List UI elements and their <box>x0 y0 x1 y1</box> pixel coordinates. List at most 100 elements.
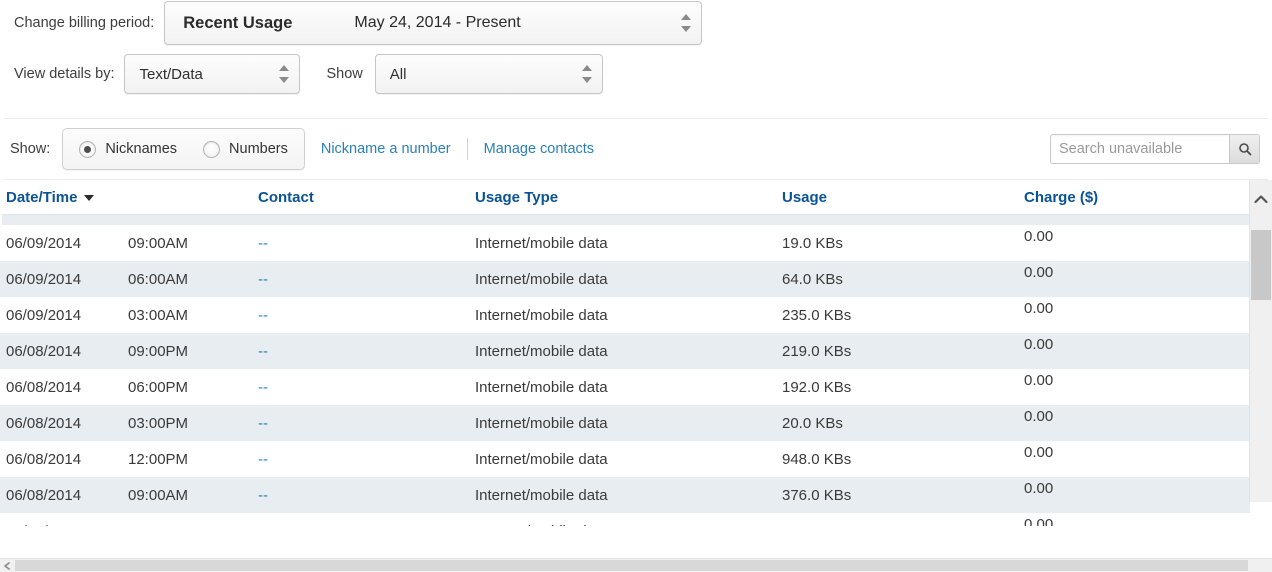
column-header-usage-type[interactable]: Usage Type <box>475 189 782 206</box>
cell-usage-type: Internet/mobile data <box>475 343 782 360</box>
cell-time: 03:00PM <box>128 415 258 432</box>
cell-charge: 0.00 <box>1024 480 1224 497</box>
table-row[interactable]: 06/09/201406:00AM--Internet/mobile data6… <box>0 261 1250 297</box>
manage-contacts-link[interactable]: Manage contacts <box>484 141 594 157</box>
stepper-arrows-icon <box>279 64 288 84</box>
table-header-row: Date/Time Contact Usage Type Usage Charg… <box>0 180 1272 214</box>
cell-usage-type: Internet/mobile data <box>475 523 782 527</box>
cell-usage-type: Internet/mobile data <box>475 379 782 396</box>
chevron-left-icon[interactable] <box>3 562 11 570</box>
cell-usage: 192.0 KBs <box>782 379 1024 396</box>
table-header-band <box>2 214 1250 225</box>
cell-usage: 20.0 KBs <box>782 415 1024 432</box>
cell-contact: -- <box>258 451 475 468</box>
radio-label-nicknames: Nicknames <box>105 141 177 157</box>
cell-usage-type: Internet/mobile data <box>475 487 782 504</box>
column-header-datetime[interactable]: Date/Time <box>6 189 258 206</box>
caret-down-icon <box>84 195 94 201</box>
billing-period-range: May 24, 2014 - Present <box>354 14 520 32</box>
cell-date: 06/08/2014 <box>6 379 128 396</box>
cell-time: 09:00AM <box>128 235 258 252</box>
cell-charge: 0.00 <box>1024 444 1224 461</box>
nickname-a-number-link[interactable]: Nickname a number <box>321 141 451 157</box>
vertical-scrollbar[interactable] <box>1249 180 1272 502</box>
cell-contact: -- <box>258 523 475 527</box>
show-label: Show <box>326 66 362 82</box>
search-box <box>1050 134 1260 164</box>
stepper-arrows-icon <box>582 64 591 84</box>
billing-period-row: Change billing period: Recent Usage May … <box>0 0 1272 46</box>
table-row[interactable]: 06/08/201409:00AM--Internet/mobile data3… <box>0 477 1250 513</box>
cell-charge: 0.00 <box>1024 408 1224 425</box>
vertical-scrollbar-thumb[interactable] <box>1251 230 1271 300</box>
nickname-filter-row: Show: Nicknames Numbers Nickname a numbe… <box>0 119 1272 179</box>
cell-contact: -- <box>258 379 475 396</box>
column-header-charge[interactable]: Charge ($) <box>1024 189 1224 206</box>
column-header-contact[interactable]: Contact <box>258 189 475 206</box>
cell-usage: 19.0 KBs <box>782 235 1024 252</box>
usage-details-page: Change billing period: Recent Usage May … <box>0 0 1272 572</box>
radio-label-numbers: Numbers <box>229 141 288 157</box>
nickname-radio-group: Nicknames Numbers <box>62 128 305 170</box>
cell-charge: 0.00 <box>1024 228 1224 245</box>
cell-date: 06/08/2014 <box>6 343 128 360</box>
contact-links: Nickname a number Manage contacts <box>321 138 594 160</box>
cell-time: 06:00PM <box>128 379 258 396</box>
radio-option-numbers[interactable]: Numbers <box>203 141 288 158</box>
cell-usage: 376.0 KBs <box>782 487 1024 504</box>
show-value: All <box>390 66 407 83</box>
horizontal-scrollbar-thumb[interactable] <box>15 560 1248 571</box>
cell-time: 06:00AM <box>128 271 258 288</box>
table-row[interactable]: 06/08/201412:00PM--Internet/mobile data9… <box>0 441 1250 477</box>
cell-contact: -- <box>258 235 475 252</box>
filter-controls: Change billing period: Recent Usage May … <box>0 0 1272 96</box>
cell-charge: 0.00 <box>1024 372 1224 389</box>
cell-date: 06/08/2014 <box>6 523 128 527</box>
cell-time: 12:00PM <box>128 451 258 468</box>
usage-table: Date/Time Contact Usage Type Usage Charg… <box>0 180 1272 526</box>
table-row[interactable]: 06/08/201406:00PM--Internet/mobile data1… <box>0 369 1250 405</box>
cell-charge: 0.00 <box>1024 264 1224 281</box>
cell-usage: 64.0 KBs <box>782 271 1024 288</box>
table-row[interactable]: 06/09/201403:00AM--Internet/mobile data2… <box>0 297 1250 333</box>
radio-dot-icon <box>79 141 96 158</box>
billing-period-label: Change billing period: <box>14 15 154 31</box>
cell-time: 06:00AM <box>128 523 258 527</box>
search-button[interactable] <box>1229 135 1259 163</box>
cell-date: 06/08/2014 <box>6 451 128 468</box>
cell-usage-type: Internet/mobile data <box>475 307 782 324</box>
view-details-row: View details by: Text/Data Show All <box>0 52 1272 96</box>
search-icon <box>1238 142 1252 156</box>
chevron-up-icon[interactable] <box>1254 194 1268 204</box>
billing-period-select[interactable]: Recent Usage May 24, 2014 - Present <box>164 1 702 45</box>
cell-time: 09:00PM <box>128 343 258 360</box>
cell-date: 06/09/2014 <box>6 307 128 324</box>
column-header-datetime-label: Date/Time <box>6 189 77 206</box>
cell-usage: 3870.0 KBs <box>782 523 1024 527</box>
cell-usage-type: Internet/mobile data <box>475 235 782 252</box>
column-header-usage[interactable]: Usage <box>782 189 1024 206</box>
nickname-show-label: Show: <box>10 141 50 157</box>
cell-time: 09:00AM <box>128 487 258 504</box>
radio-dot-icon <box>203 141 220 158</box>
cell-charge: 0.00 <box>1024 336 1224 353</box>
cell-date: 06/08/2014 <box>6 415 128 432</box>
cell-contact: -- <box>258 415 475 432</box>
search-input[interactable] <box>1051 135 1229 163</box>
view-details-label: View details by: <box>14 66 114 82</box>
cell-time: 03:00AM <box>128 307 258 324</box>
cell-date: 06/08/2014 <box>6 487 128 504</box>
table-row[interactable]: 06/08/201406:00AM--Internet/mobile data3… <box>0 513 1250 526</box>
table-row[interactable]: 06/08/201409:00PM--Internet/mobile data2… <box>0 333 1250 369</box>
radio-option-nicknames[interactable]: Nicknames <box>79 141 177 158</box>
table-row[interactable]: 06/08/201403:00PM--Internet/mobile data2… <box>0 405 1250 441</box>
horizontal-scrollbar[interactable] <box>0 558 1272 572</box>
table-body[interactable]: 06/09/201409:00AM--Internet/mobile data1… <box>0 225 1250 526</box>
cell-date: 06/09/2014 <box>6 235 128 252</box>
show-select[interactable]: All <box>375 54 603 94</box>
view-details-select[interactable]: Text/Data <box>124 54 300 94</box>
view-details-value: Text/Data <box>139 66 202 83</box>
table-row[interactable]: 06/09/201409:00AM--Internet/mobile data1… <box>0 225 1250 261</box>
cell-contact: -- <box>258 487 475 504</box>
cell-charge: 0.00 <box>1024 300 1224 317</box>
